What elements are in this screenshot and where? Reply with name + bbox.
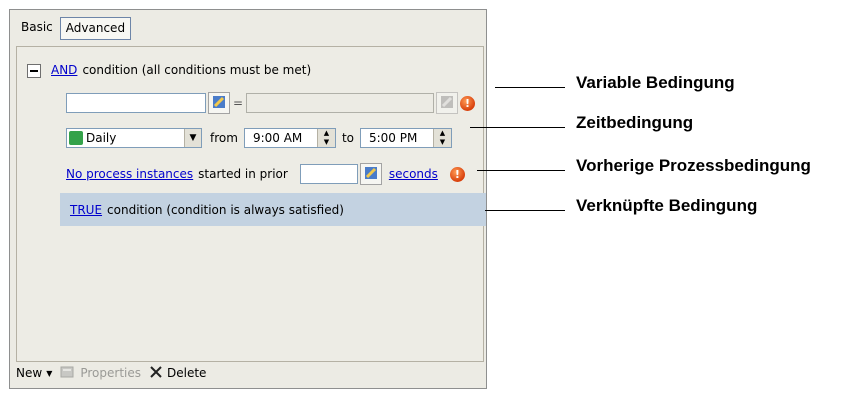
equals-sign: = [233,96,244,110]
delete-label: Delete [167,366,207,380]
duration-picker-icon [364,166,378,183]
tab-basic[interactable]: Basic [16,17,58,40]
chevron-down-icon: ▼ [46,368,53,378]
and-condition-row: AND condition (all conditions must be me… [51,63,311,77]
warning-icon: ! [460,95,476,111]
callout-line-time [470,127,565,128]
properties-icon [60,365,76,382]
variable-right-picker-icon [440,95,454,112]
delete-button[interactable]: Delete [149,365,206,382]
tab-bar: Basic Advanced [16,17,132,40]
variable-right-input[interactable] [246,93,435,113]
time-condition-row: Daily ▼ from 9:00 AM ▲ ▼ to 5:00 PM ▲ ▼ [66,128,452,148]
prior-duration-input[interactable] [299,164,358,184]
time-unit-link[interactable]: seconds [389,167,438,181]
callout-line-prior-process [477,170,565,171]
from-time-spinner[interactable]: 9:00 AM ▲ ▼ [243,128,336,148]
chevron-down-icon[interactable]: ▼ [184,129,201,147]
variable-picker-icon [212,95,226,112]
bottom-toolbar: New ▼ Properties Delete [10,358,486,388]
true-condition-link[interactable]: TRUE [70,203,102,217]
spin-up-icon[interactable]: ▲ [318,129,335,138]
and-condition-text: condition (all conditions must be met) [82,63,312,77]
delete-icon [149,365,163,382]
new-button[interactable]: New ▼ [16,366,52,380]
new-label: New [16,366,43,380]
callout-line-linked [485,210,565,211]
and-operator-link[interactable]: AND [51,63,77,77]
true-condition-text: condition (condition is always satisfied… [107,202,344,217]
process-instances-link[interactable]: No process instances [66,167,193,181]
callout-prior-process-condition: Vorherige Prozessbedingung [576,156,811,175]
spin-up-icon[interactable]: ▲ [434,129,451,138]
callout-variable-condition: Variable Bedingung [576,73,735,92]
conditions-area: AND condition (all conditions must be me… [16,46,486,362]
callout-line-variable [495,87,565,88]
spin-down-icon[interactable]: ▼ [434,138,451,147]
frequency-value: Daily [86,131,117,145]
frequency-select[interactable]: Daily ▼ [66,128,202,148]
spin-down-icon[interactable]: ▼ [318,138,335,147]
condition-editor-panel: Basic Advanced AND condition (all condit… [9,9,487,389]
callout-time-condition: Zeitbedingung [576,113,694,132]
tab-advanced[interactable]: Advanced [59,17,132,40]
properties-label: Properties [80,366,141,380]
callout-linked-condition: Verknüpfte Bedingung [576,196,758,215]
from-label: from [210,131,238,145]
prior-condition-text: started in prior [198,167,288,181]
to-time-value: 5:00 PM [368,131,418,145]
variable-right-picker-button[interactable] [436,92,459,114]
true-condition-row[interactable]: TRUE condition (condition is always sati… [60,193,486,226]
prior-process-condition-row: No process instances started in prior se… [66,163,465,185]
variable-left-input[interactable] [66,93,206,113]
collapse-toggle-button[interactable] [27,64,41,78]
duration-picker-button[interactable] [359,163,382,185]
to-label: to [341,131,354,145]
from-time-stepper[interactable]: ▲ ▼ [316,129,335,147]
warning-icon: ! [449,166,465,182]
variable-picker-button[interactable] [208,92,230,114]
from-time-value: 9:00 AM [252,131,303,145]
variable-condition-row: = ! [66,92,476,114]
to-time-spinner[interactable]: 5:00 PM ▲ ▼ [359,128,452,148]
to-time-stepper[interactable]: ▲ ▼ [432,129,451,147]
recurrence-icon [69,131,83,145]
properties-button[interactable]: Properties [60,365,141,382]
